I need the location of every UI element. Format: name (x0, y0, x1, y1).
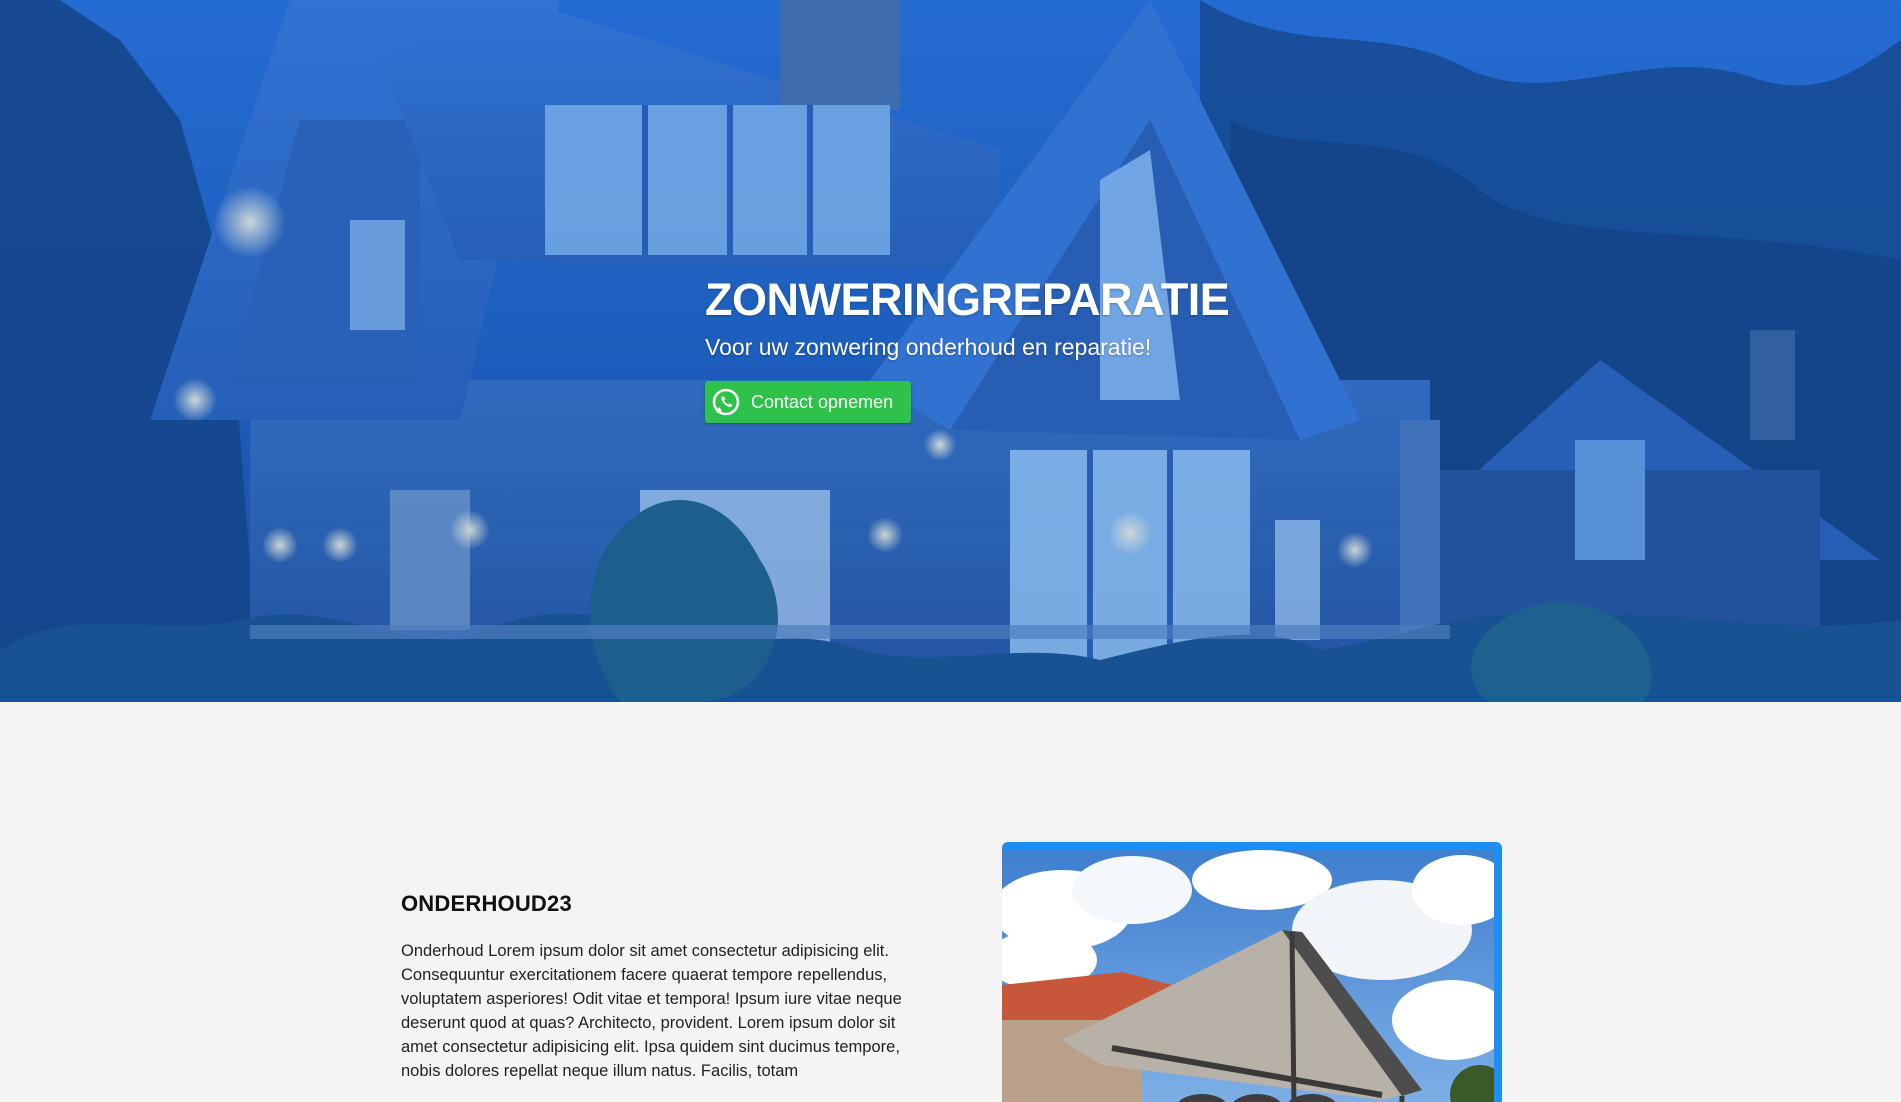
maintenance-section: ONDERHOUD23 Onderhoud Lorem ipsum dolor … (0, 702, 1901, 1102)
hero-content: ZONWERINGREPARATIE Voor uw zonwering ond… (705, 272, 1305, 424)
hero-title: ZONWERINGREPARATIE (705, 274, 1230, 325)
awning-image-frame (1002, 842, 1502, 1102)
hero-subtitle: Voor uw zonwering onderhoud en reparatie… (705, 334, 1152, 360)
awning-photo (1002, 850, 1494, 1102)
section-heading: ONDERHOUD23 (401, 891, 572, 916)
section-body-text: Onderhoud Lorem ipsum dolor sit amet con… (401, 942, 902, 1080)
maintenance-text-block: ONDERHOUD23 Onderhoud Lorem ipsum dolor … (401, 889, 911, 1083)
hero-section: ZONWERINGREPARATIE Voor uw zonwering ond… (0, 0, 1901, 702)
contact-button-label: Contact opnemen (751, 392, 894, 412)
awning-image (1002, 850, 1494, 1102)
whatsapp-icon (712, 388, 740, 416)
contact-button[interactable]: Contact opnemen (705, 381, 912, 423)
